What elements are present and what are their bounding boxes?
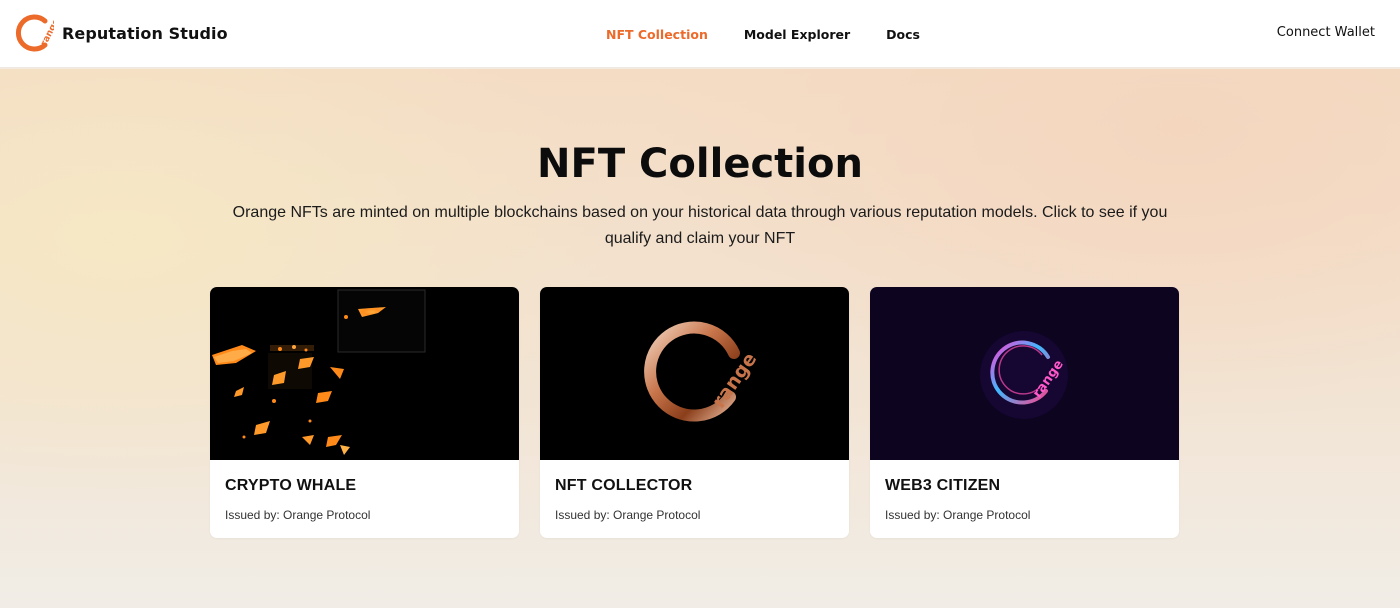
orange-logo-icon: range [15,14,54,52]
nft-card-title: NFT COLLECTOR [555,477,693,494]
main-nav: NFT Collection Model Explorer Docs [606,0,956,68]
web3-citizen-art: range [870,287,1179,460]
brand-name: Reputation Studio [62,23,228,43]
page-subtitle: Orange NFTs are minted on multiple block… [232,204,1168,247]
nft-collector-art: range [540,287,849,460]
hero-section: NFT Collection Orange NFTs are minted on… [0,69,1400,608]
nft-card-nft-collector[interactable]: range NFT COLLECTOR Issued by: Orange Pr… [540,287,849,538]
nft-card-title: WEB3 CITIZEN [885,477,1001,494]
nav-link-nft-collection[interactable]: NFT Collection [606,27,708,42]
brand[interactable]: range Reputation Studio [12,13,228,53]
nft-card-title: CRYPTO WHALE [225,477,357,494]
nft-card-issuer: Issued by: Orange Protocol [225,508,371,522]
nft-card-issuer: Issued by: Orange Protocol [555,508,701,522]
nft-card-web3-citizen[interactable]: range WEB3 CITIZEN Issued by: Orange Pro… [870,287,1179,538]
nav-link-docs[interactable]: Docs [886,27,920,42]
nft-card-list: CRYPTO WHALE Issued by: Orange Protocol … [210,287,1200,538]
top-nav: range Reputation Studio NFT Collection M… [0,0,1400,68]
nav-link-model-explorer[interactable]: Model Explorer [744,27,850,42]
nft-card-issuer: Issued by: Orange Protocol [885,508,1031,522]
connect-wallet-button[interactable]: Connect Wallet [1277,25,1375,40]
page-title: NFT Collection [537,141,863,187]
nft-card-crypto-whale[interactable]: CRYPTO WHALE Issued by: Orange Protocol [210,287,519,538]
crypto-whale-art [210,287,519,460]
